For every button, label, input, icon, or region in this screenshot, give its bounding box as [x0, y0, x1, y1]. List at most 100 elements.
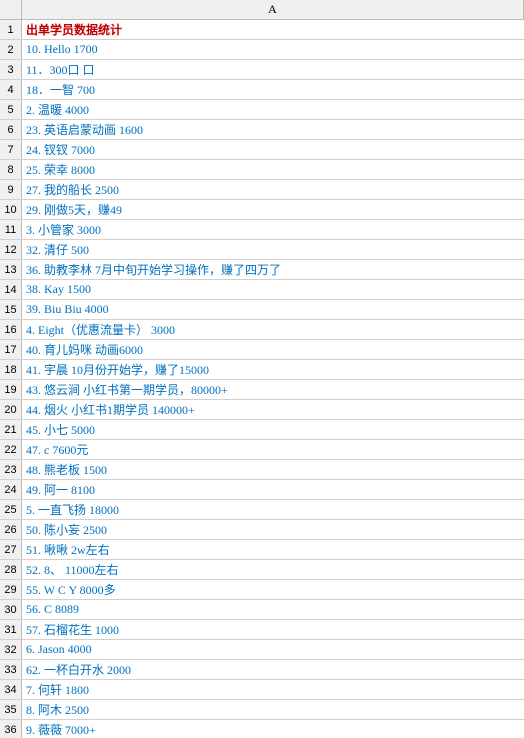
data-cell: 56. C 8089 [22, 600, 524, 619]
table-row: 326. Jason 4000 [0, 640, 524, 660]
row-number: 3 [0, 60, 22, 79]
table-row: 255. 一直飞扬 18000 [0, 500, 524, 520]
table-row: 113. 小管家 3000 [0, 220, 524, 240]
row-number: 26 [0, 520, 22, 539]
row-number: 6 [0, 120, 22, 139]
row-number: 10 [0, 200, 22, 219]
data-cell: 41. 宇晨 10月份开始学，赚了15000 [22, 360, 524, 379]
table-row: 3362. 一杯白开水 2000 [0, 660, 524, 680]
data-cell: 47. c 7600元 [22, 440, 524, 459]
row-number: 17 [0, 340, 22, 359]
table-row: 2751. 啾啾 2w左右 [0, 540, 524, 560]
data-cell: 27. 我的船长 2500 [22, 180, 524, 199]
row-number: 28 [0, 560, 22, 579]
row-number: 36 [0, 720, 22, 738]
table-row: 724. 钗钗 7000 [0, 140, 524, 160]
table-row: 2955. W C Y 8000多 [0, 580, 524, 600]
data-cell: 36. 助教李林 7月中旬开始学习操作，赚了四万了 [22, 260, 524, 279]
row-number: 34 [0, 680, 22, 699]
data-cell: 4. Eight（优惠流量卡） 3000 [22, 320, 524, 339]
col-header-a: A [22, 0, 524, 19]
row-number: 21 [0, 420, 22, 439]
table-row: 3056. C 8089 [0, 600, 524, 620]
row-number: 29 [0, 580, 22, 599]
row-number: 11 [0, 220, 22, 239]
data-cell: 5. 一直飞扬 18000 [22, 500, 524, 519]
row-number: 14 [0, 280, 22, 299]
data-cell: 6. Jason 4000 [22, 640, 524, 659]
data-cell: 39. Biu Biu 4000 [22, 300, 524, 319]
row-number: 5 [0, 100, 22, 119]
data-cell: 62. 一杯白开水 2000 [22, 660, 524, 679]
data-cell: 44. 烟火 小红书1期学员 140000+ [22, 400, 524, 419]
row-number: 27 [0, 540, 22, 559]
row-number: 1 [0, 20, 22, 39]
table-row: 164. Eight（优惠流量卡） 3000 [0, 320, 524, 340]
table-row: 2650. 陈小妄 2500 [0, 520, 524, 540]
data-cell: 7. 何轩 1800 [22, 680, 524, 699]
row-number: 13 [0, 260, 22, 279]
table-row: 825. 荣幸 8000 [0, 160, 524, 180]
row-number: 24 [0, 480, 22, 499]
row-number: 2 [0, 40, 22, 59]
column-header-row: A [0, 0, 524, 20]
table-row: 418．一智 700 [0, 80, 524, 100]
table-row: 2247. c 7600元 [0, 440, 524, 460]
table-row: 2044. 烟火 小红书1期学员 140000+ [0, 400, 524, 420]
data-cell: 9. 薇薇 7000+ [22, 720, 524, 738]
rows-container: 1出单学员数据统计210. Hello 1700311．300口 口418．一智… [0, 20, 524, 738]
row-number: 16 [0, 320, 22, 339]
table-row: 358. 阿木 2500 [0, 700, 524, 720]
table-row: 1841. 宇晨 10月份开始学，赚了15000 [0, 360, 524, 380]
data-cell: 38. Kay 1500 [22, 280, 524, 299]
data-cell: 24. 钗钗 7000 [22, 140, 524, 159]
table-row: 3157. 石榴花生 1000 [0, 620, 524, 640]
row-number: 23 [0, 460, 22, 479]
table-row: 1438. Kay 1500 [0, 280, 524, 300]
row-number: 31 [0, 620, 22, 639]
table-row: 1740. 育儿妈咪 动画6000 [0, 340, 524, 360]
table-row: 210. Hello 1700 [0, 40, 524, 60]
data-cell: 18．一智 700 [22, 80, 524, 99]
row-number: 19 [0, 380, 22, 399]
row-number: 20 [0, 400, 22, 419]
data-cell: 43. 悠云涧 小红书第一期学员，80000+ [22, 380, 524, 399]
row-number: 30 [0, 600, 22, 619]
table-row: 2449. 阿一 8100 [0, 480, 524, 500]
data-cell: 40. 育儿妈咪 动画6000 [22, 340, 524, 359]
row-number: 4 [0, 80, 22, 99]
table-row: 369. 薇薇 7000+ [0, 720, 524, 738]
data-cell: 11．300口 口 [22, 60, 524, 79]
row-num-header [0, 0, 22, 19]
data-cell: 51. 啾啾 2w左右 [22, 540, 524, 559]
table-row: 1出单学员数据统计 [0, 20, 524, 40]
table-row: 2852. 8、 11000左右 [0, 560, 524, 580]
table-row: 2145. 小七 5000 [0, 420, 524, 440]
data-cell: 48. 熊老板 1500 [22, 460, 524, 479]
data-cell: 25. 荣幸 8000 [22, 160, 524, 179]
row-number: 25 [0, 500, 22, 519]
row-number: 32 [0, 640, 22, 659]
row-number: 33 [0, 660, 22, 679]
data-cell: 32. 清仔 500 [22, 240, 524, 259]
table-row: 1232. 清仔 500 [0, 240, 524, 260]
data-cell: 45. 小七 5000 [22, 420, 524, 439]
table-row: 1029. 刚做5天，赚49 [0, 200, 524, 220]
table-row: 623. 英语启蒙动画 1600 [0, 120, 524, 140]
data-cell: 8. 阿木 2500 [22, 700, 524, 719]
row-number: 35 [0, 700, 22, 719]
data-cell: 29. 刚做5天，赚49 [22, 200, 524, 219]
row-number: 12 [0, 240, 22, 259]
row-number: 15 [0, 300, 22, 319]
data-cell: 2. 温暖 4000 [22, 100, 524, 119]
row-number: 9 [0, 180, 22, 199]
row-number: 8 [0, 160, 22, 179]
data-cell: 57. 石榴花生 1000 [22, 620, 524, 639]
table-row: 311．300口 口 [0, 60, 524, 80]
data-cell: 55. W C Y 8000多 [22, 580, 524, 599]
row-number: 7 [0, 140, 22, 159]
table-row: 1336. 助教李林 7月中旬开始学习操作，赚了四万了 [0, 260, 524, 280]
row-number: 22 [0, 440, 22, 459]
spreadsheet: A 1出单学员数据统计210. Hello 1700311．300口 口418．… [0, 0, 524, 738]
data-cell: 3. 小管家 3000 [22, 220, 524, 239]
